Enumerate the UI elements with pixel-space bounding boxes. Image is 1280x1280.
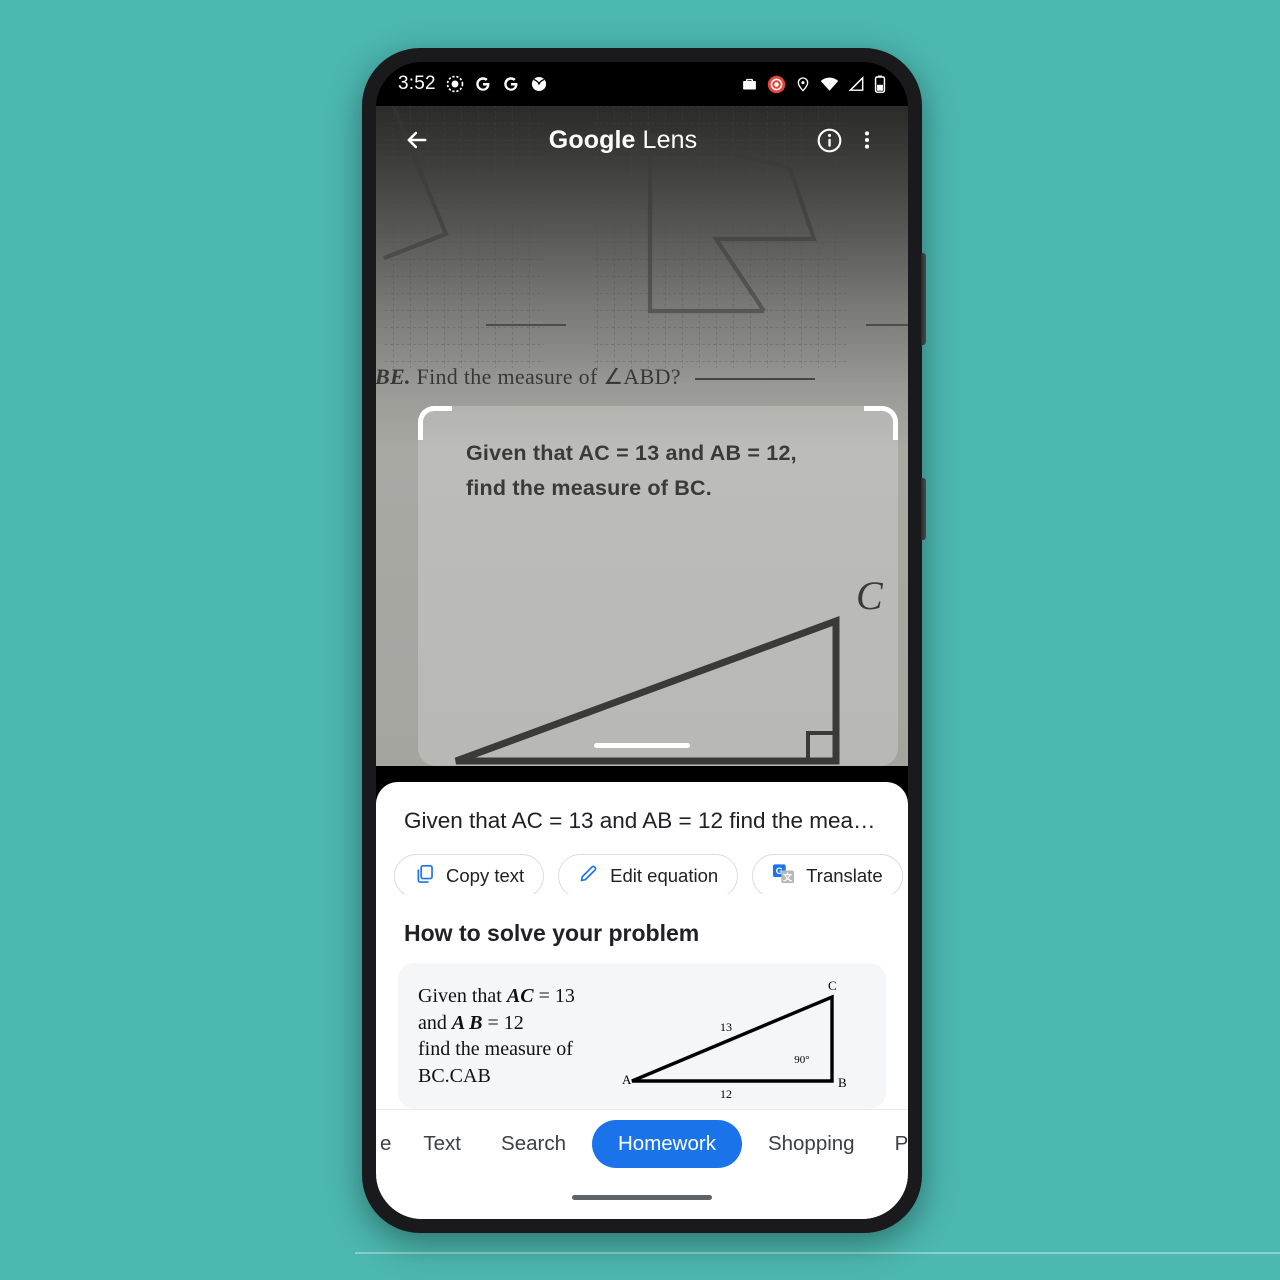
page-title: Google Lens bbox=[436, 126, 810, 155]
google-g-icon bbox=[474, 75, 492, 93]
worksheet-rule bbox=[866, 324, 908, 326]
location-pin-icon bbox=[795, 76, 811, 92]
phone-device-frame: 3:52 BE. Find the measure of ∠ABD? Given… bbox=[362, 48, 926, 1233]
status-bar-left: 3:52 bbox=[398, 73, 548, 95]
app-bar: Google Lens bbox=[376, 106, 908, 174]
angle-label-b: 90° bbox=[794, 1054, 809, 1066]
results-bottom-sheet: Given that AC = 13 and A B = 12 find the … bbox=[376, 782, 908, 1219]
worksheet-question-text: Find the measure of ∠ABD? bbox=[416, 364, 681, 389]
translate-chip[interactable]: G 文 Translate bbox=[752, 853, 903, 894]
google-translate-icon: G 文 bbox=[772, 863, 795, 889]
photographed-triangle: C bbox=[436, 561, 906, 766]
status-bar-clock: 3:52 bbox=[398, 73, 436, 94]
answer-line-3: find the measure of bbox=[418, 1038, 573, 1061]
info-icon[interactable] bbox=[810, 121, 848, 159]
tab-homework[interactable]: Homework bbox=[591, 1119, 742, 1168]
wifi-icon bbox=[820, 76, 839, 92]
detected-problem-line-1: Given that AC = 13 and AB = 12, bbox=[466, 441, 797, 465]
google-g-icon bbox=[502, 75, 520, 93]
camera-viewfinder[interactable]: ABE. Find the measure of ∠ABD? Given tha… bbox=[376, 106, 908, 766]
recording-badge-icon bbox=[767, 75, 786, 94]
backdrop-divider bbox=[355, 1252, 1280, 1254]
gesture-nav-bar[interactable] bbox=[572, 1195, 712, 1201]
detected-problem-text: Given that AC = 13 and AB = 12, find the… bbox=[466, 436, 866, 506]
translate-chip-label: Translate bbox=[806, 864, 883, 886]
detected-problem-line-2: find the measure of BC. bbox=[466, 475, 712, 500]
app-title-brand: Google bbox=[548, 125, 636, 154]
homework-answer-card[interactable]: Given that AC = 13 and A B = 12 find the… bbox=[398, 962, 886, 1110]
selection-corner-top-left[interactable] bbox=[418, 406, 452, 440]
result-category-tabs[interactable]: e Text Search Homework Shopping Places bbox=[376, 1109, 908, 1177]
worksheet-question-prefix: ABE. bbox=[376, 364, 411, 389]
vertex-label-a: A bbox=[622, 1072, 632, 1087]
tab-places[interactable]: Places bbox=[875, 1132, 908, 1156]
action-chip-row[interactable]: Copy text Edit equation G 文 Translate bbox=[376, 832, 908, 894]
triangle-diagram: A B C 12 13 90° bbox=[608, 969, 870, 1104]
worksheet-rule bbox=[486, 324, 566, 326]
status-bar-right bbox=[741, 75, 886, 94]
edit-equation-chip[interactable]: Edit equation bbox=[558, 853, 739, 894]
ball-icon bbox=[530, 75, 548, 93]
more-vert-icon[interactable] bbox=[848, 121, 886, 159]
answer-line-4: BC.CAB bbox=[418, 1064, 491, 1087]
edit-equation-chip-label: Edit equation bbox=[610, 864, 719, 886]
answer-line-2-var: A B bbox=[451, 1011, 483, 1034]
battery-icon bbox=[874, 75, 886, 93]
answer-line-2-pre: and bbox=[418, 1011, 452, 1034]
edge-label-ab: 12 bbox=[720, 1087, 732, 1101]
copy-text-chip-label: Copy text bbox=[446, 864, 525, 886]
answer-line-1-var: AC bbox=[506, 985, 534, 1008]
gesture-nav-area bbox=[376, 1176, 908, 1219]
drag-handle[interactable] bbox=[594, 743, 690, 748]
svg-text:C: C bbox=[856, 573, 884, 618]
pencil-icon bbox=[578, 863, 599, 889]
volume-button[interactable] bbox=[921, 478, 926, 540]
copy-text-chip[interactable]: Copy text bbox=[394, 853, 545, 894]
record-dot-icon bbox=[446, 75, 464, 93]
section-heading: How to solve your problem bbox=[404, 919, 700, 946]
answer-line-1-post: = 13 bbox=[533, 985, 575, 1008]
answer-line-2: and A B = 12 bbox=[418, 1010, 608, 1036]
tab-shopping[interactable]: Shopping bbox=[748, 1132, 875, 1156]
status-bar: 3:52 bbox=[376, 62, 908, 106]
briefcase-icon bbox=[741, 76, 758, 93]
cell-signal-icon bbox=[848, 76, 865, 92]
vertex-label-c: C bbox=[828, 978, 837, 993]
tab-text[interactable]: Text bbox=[403, 1132, 481, 1156]
vertex-label-b: B bbox=[838, 1075, 847, 1090]
answer-line-1-pre: Given that bbox=[418, 985, 507, 1008]
tab-search[interactable]: Search bbox=[481, 1132, 586, 1156]
ocr-result-text[interactable]: Given that AC = 13 and AB = 12 find the … bbox=[376, 782, 908, 832]
selection-corner-top-right[interactable] bbox=[864, 406, 898, 440]
answer-card-text: Given that AC = 13 and A B = 12 find the… bbox=[418, 983, 608, 1089]
worksheet-question-line: ABE. Find the measure of ∠ABD? bbox=[376, 364, 908, 390]
copy-icon bbox=[414, 863, 435, 889]
power-button[interactable] bbox=[921, 253, 926, 345]
edge-label-ac: 13 bbox=[720, 1020, 732, 1034]
back-arrow-icon[interactable] bbox=[398, 121, 436, 159]
answer-line-1: Given that AC = 13 bbox=[418, 983, 608, 1009]
app-title-product: Lens bbox=[635, 125, 698, 154]
phone-screen: 3:52 BE. Find the measure of ∠ABD? Given… bbox=[376, 62, 908, 1219]
answer-line-2-post: = 12 bbox=[482, 1011, 524, 1034]
answer-blank bbox=[694, 378, 815, 380]
svg-text:文: 文 bbox=[783, 871, 793, 882]
tab-clipped-left[interactable]: e bbox=[376, 1132, 403, 1156]
